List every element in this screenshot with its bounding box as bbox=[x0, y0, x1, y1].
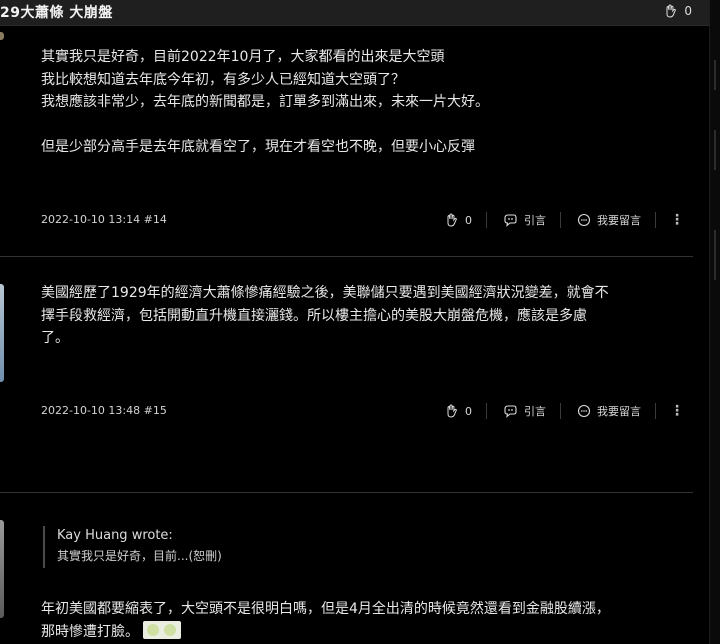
quote-label: 引言 bbox=[524, 405, 546, 418]
post-meta: 2022-10-10 13:48 #15 bbox=[41, 404, 167, 417]
reply-label: 我要留言 bbox=[597, 405, 641, 418]
post-line: 擇手段救經濟，包括開動直升機直接灑錢。所以樓主擔心的美股大崩盤危機，應該是多慮 bbox=[41, 307, 587, 324]
post-line: 其實我只是好奇，目前2022年10月了，大家都看的出來是大空頭 bbox=[41, 49, 445, 65]
clap-icon bbox=[664, 4, 678, 18]
post-line: 年初美國都要縮表了，大空頭不是很明白嗎，但是4月全出清的時候竟然還看到金融股續漲… bbox=[41, 601, 610, 617]
post-line bbox=[41, 114, 716, 137]
clap-icon bbox=[445, 213, 459, 227]
post-line: 了。 bbox=[41, 330, 69, 346]
reply-label: 我要留言 bbox=[597, 214, 641, 227]
thread-like-button[interactable]: 0 bbox=[664, 4, 692, 18]
reply-button[interactable]: 我要留言 bbox=[577, 212, 641, 228]
post-line: 但是少部分高手是去年底就看空了，現在才看空也不晚，但要小心反彈 bbox=[41, 139, 475, 155]
quote-label: 引言 bbox=[524, 214, 546, 227]
like-count: 0 bbox=[465, 213, 472, 227]
avatar[interactable] bbox=[0, 520, 4, 618]
like-button[interactable]: 0 bbox=[445, 404, 472, 418]
thread-like-count: 0 bbox=[684, 4, 692, 18]
post-line: 那時慘遭打臉。 bbox=[41, 620, 716, 644]
thread-header: 29大蕭條 大崩盤 0 bbox=[0, 0, 710, 26]
post-line: 我比較想知道去年底今年初，有多少人已經知道大空頭了？ bbox=[41, 71, 405, 88]
like-count: 0 bbox=[465, 404, 472, 418]
comment-icon bbox=[577, 404, 591, 418]
avatar[interactable] bbox=[0, 284, 4, 382]
post-line: 我想應該非常少，去年底的新聞都是，訂單多到滿出來，未來一片大好。 bbox=[41, 94, 489, 110]
reply-button[interactable]: 我要留言 bbox=[577, 403, 641, 419]
avatar[interactable] bbox=[0, 32, 4, 40]
post-body: 其實我只是好奇，目前2022年10月了，大家都看的出來是大空頭 我比較想知道去年… bbox=[41, 46, 716, 159]
emoji-sticker-icon bbox=[143, 620, 182, 639]
post-body: 美國經歷了1929年的經濟大蕭條慘痛經驗之後，美聯儲只要遇到美國經濟狀況變差，就… bbox=[41, 282, 716, 350]
comment-icon bbox=[577, 213, 591, 227]
post-actions: 0 引言 我要留言 ⋮ bbox=[445, 401, 684, 421]
quote-block: Kay Huang wrote: 其實我只是好奇，目前...(恕刪) bbox=[43, 526, 222, 568]
quote-icon bbox=[503, 213, 518, 227]
post-divider bbox=[0, 492, 693, 493]
post-meta: 2022-10-10 13:14 #14 bbox=[41, 213, 167, 226]
post-line: 美國經歷了1929年的經濟大蕭條慘痛經驗之後，美聯儲只要遇到美國經濟狀況變差，就… bbox=[41, 285, 609, 301]
quote-author: Kay Huang wrote: bbox=[57, 528, 173, 543]
quote-button[interactable]: 引言 bbox=[503, 403, 546, 419]
post-actions: 0 引言 我要留言 ⋮ bbox=[445, 210, 684, 230]
clap-icon bbox=[445, 404, 459, 418]
quote-button[interactable]: 引言 bbox=[503, 212, 546, 228]
post-divider bbox=[0, 256, 693, 257]
more-options-icon[interactable]: ⋮ bbox=[670, 403, 684, 419]
like-button[interactable]: 0 bbox=[445, 213, 472, 227]
quote-icon bbox=[503, 404, 518, 418]
post-body: 年初美國都要縮表了，大空頭不是很明白嗎，但是4月全出清的時候竟然還看到金融股續漲… bbox=[41, 598, 716, 643]
thread-title: 29大蕭條 大崩盤 bbox=[0, 5, 113, 21]
quote-snippet: 其實我只是好奇，目前...(恕刪) bbox=[57, 549, 222, 563]
more-options-icon[interactable]: ⋮ bbox=[670, 212, 684, 228]
